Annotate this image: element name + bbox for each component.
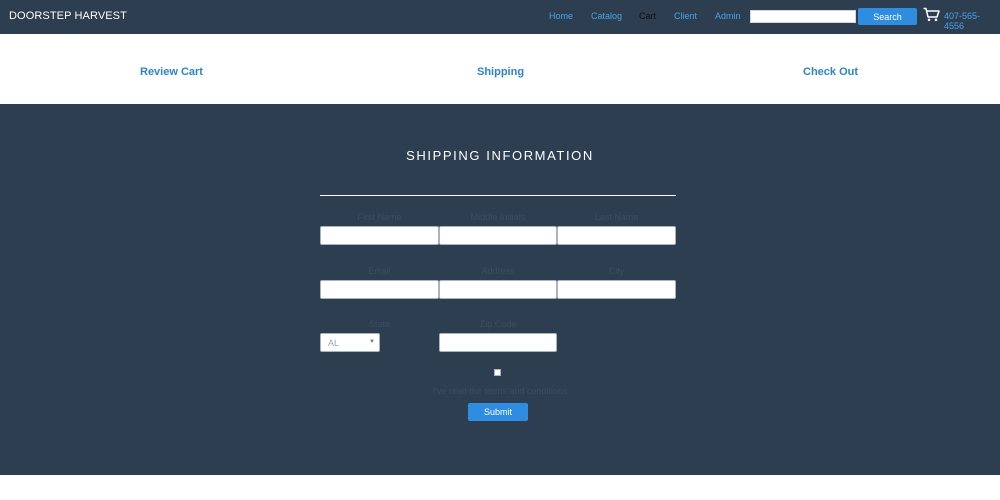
zip-code-field[interactable] — [439, 333, 557, 352]
middle-initials-label: Middle Initials — [470, 212, 526, 222]
state-select[interactable]: AL ▼ — [320, 333, 380, 352]
last-name-field[interactable] — [557, 226, 676, 245]
title-divider — [320, 195, 676, 196]
terms-label: I've read the terms and conditions — [432, 386, 568, 396]
phone-number[interactable]: 407-565-4556 — [944, 11, 1000, 31]
email-label: Email — [368, 266, 391, 276]
top-navbar: DOORSTEP HARVEST Home Catalog Cart Clien… — [0, 0, 1000, 34]
city-field[interactable] — [557, 280, 676, 299]
address-field[interactable] — [439, 280, 557, 299]
step-shipping[interactable]: Shipping — [477, 66, 524, 78]
email-field[interactable] — [320, 280, 439, 299]
nav-cart[interactable]: Cart — [639, 11, 656, 21]
search-button[interactable]: Search — [858, 8, 917, 25]
nav-catalog[interactable]: Catalog — [591, 11, 622, 21]
state-label: State — [368, 319, 390, 329]
nav-admin[interactable]: Admin — [715, 11, 741, 21]
last-name-label: Last Name — [594, 212, 639, 222]
nav-home[interactable]: Home — [549, 11, 573, 21]
shipping-form-panel: SHIPPING INFORMATION First Name Middle I… — [0, 104, 1000, 475]
middle-initials-field[interactable] — [439, 226, 557, 245]
terms-checkbox[interactable] — [494, 369, 501, 376]
address-label: Address — [481, 266, 515, 276]
zip-code-label: Zip Code — [479, 319, 517, 329]
city-label: City — [608, 266, 625, 276]
chevron-down-icon: ▼ — [369, 339, 375, 345]
first-name-label: First Name — [357, 212, 402, 222]
page-title: SHIPPING INFORMATION — [406, 148, 594, 163]
first-name-field[interactable] — [320, 226, 439, 245]
submit-button[interactable]: Submit — [468, 403, 528, 421]
step-review-cart[interactable]: Review Cart — [140, 66, 203, 78]
state-select-value: AL — [328, 338, 340, 348]
checkout-steps: Review Cart Shipping Check Out — [0, 34, 1000, 104]
step-check-out[interactable]: Check Out — [803, 66, 858, 78]
nav-client[interactable]: Client — [674, 11, 697, 21]
search-input[interactable] — [750, 10, 856, 23]
shopping-cart-icon[interactable] — [923, 7, 940, 22]
